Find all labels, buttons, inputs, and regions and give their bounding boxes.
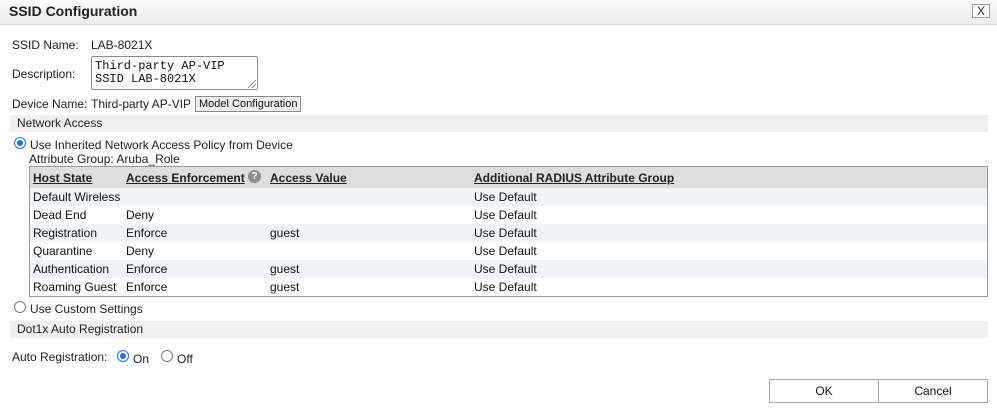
table-row[interactable]: Registration Enforce guest Use Default [30, 224, 987, 242]
inherited-policy-radio[interactable] [14, 137, 26, 149]
column-header-access-enforcement[interactable]: Access Enforcement [126, 171, 245, 185]
cell-access-enforcement: Enforce [126, 226, 168, 240]
dialog-titlebar: SSID Configuration X [0, 0, 997, 25]
cell-host-state: Quarantine [33, 244, 93, 258]
attribute-group-text: Attribute Group: Aruba_Role [29, 152, 180, 166]
auto-registration-off-radio[interactable] [161, 350, 173, 362]
table-header: Host State Access Enforcement ? Access V… [30, 167, 987, 189]
close-button[interactable]: X [972, 4, 990, 18]
table-row[interactable]: Authentication Enforce guest Use Default [30, 260, 987, 278]
cell-host-state: Registration [33, 226, 98, 240]
cancel-button[interactable]: Cancel [878, 379, 988, 403]
cell-access-enforcement: Deny [126, 244, 155, 258]
column-header-host-state[interactable]: Host State [33, 171, 92, 185]
dot1x-section-header: Dot1x Auto Registration [10, 321, 988, 338]
table-row[interactable]: Default Wireless Use Default [30, 188, 987, 206]
close-icon: X [976, 4, 985, 18]
cell-access-value: guest [270, 226, 300, 240]
auto-registration-on-label[interactable]: On [133, 352, 149, 366]
table-row[interactable]: Roaming Guest Enforce guest Use Default [30, 278, 987, 296]
cell-radius-group: Use Default [474, 226, 537, 240]
table-row[interactable]: Quarantine Deny Use Default [30, 242, 987, 260]
description-textarea[interactable] [91, 56, 258, 90]
ssid-name-label: SSID Name: [12, 38, 79, 52]
column-header-radius-attribute-group[interactable]: Additional RADIUS Attribute Group [474, 171, 674, 185]
cell-radius-group: Use Default [474, 244, 537, 258]
custom-settings-label[interactable]: Use Custom Settings [30, 302, 143, 316]
ssid-name-value: LAB-8021X [91, 38, 153, 52]
cell-radius-group: Use Default [474, 190, 537, 204]
model-configuration-button[interactable]: Model Configuration [195, 96, 302, 112]
inherited-policy-label[interactable]: Use Inherited Network Access Policy from… [30, 138, 293, 152]
auto-registration-off-label[interactable]: Off [177, 352, 193, 366]
cell-radius-group: Use Default [474, 262, 537, 276]
device-name-value: Third-party AP-VIP [91, 97, 192, 111]
dialog-title: SSID Configuration [9, 3, 138, 19]
help-icon[interactable]: ? [248, 170, 261, 183]
ok-button[interactable]: OK [769, 379, 879, 403]
host-state-table: Host State Access Enforcement ? Access V… [29, 166, 988, 297]
cell-access-enforcement: Deny [126, 208, 155, 222]
cell-access-value: guest [270, 280, 300, 294]
auto-registration-on-radio[interactable] [117, 350, 129, 362]
cell-radius-group: Use Default [474, 208, 537, 222]
device-name-label: Device Name: [12, 97, 88, 111]
cell-access-value: guest [270, 262, 300, 276]
network-access-section-header: Network Access [10, 115, 988, 132]
cell-access-enforcement: Enforce [126, 262, 168, 276]
cell-host-state: Roaming Guest [33, 280, 117, 294]
cell-host-state: Authentication [33, 262, 110, 276]
cell-host-state: Default Wireless [33, 190, 121, 204]
custom-settings-radio[interactable] [14, 301, 26, 313]
column-header-access-value[interactable]: Access Value [270, 171, 347, 185]
cell-access-enforcement: Enforce [126, 280, 168, 294]
description-label: Description: [12, 67, 76, 81]
cell-radius-group: Use Default [474, 280, 537, 294]
cell-host-state: Dead End [33, 208, 87, 222]
textarea-resize-handle[interactable] [248, 80, 256, 88]
table-row[interactable]: Dead End Deny Use Default [30, 206, 987, 224]
auto-registration-label: Auto Registration: [12, 350, 108, 364]
